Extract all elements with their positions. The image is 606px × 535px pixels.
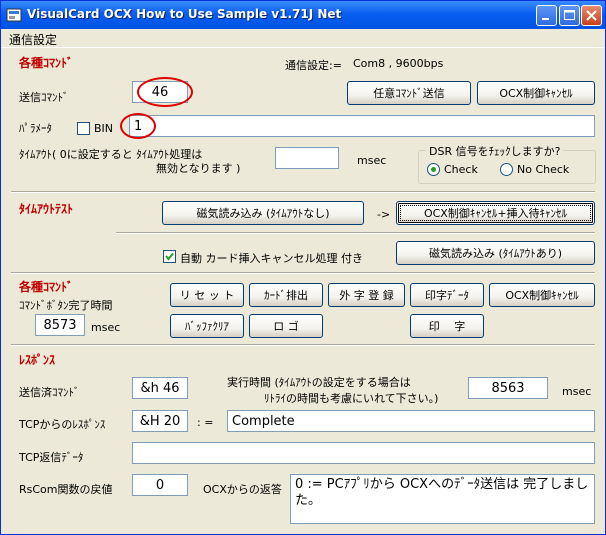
app-icon [6, 8, 22, 22]
checkmark-icon [165, 252, 174, 261]
ocx-cancel-button-2[interactable]: OCX制御ｷｬﾝｾﾙ [489, 283, 595, 307]
timeout-input[interactable] [275, 147, 339, 169]
menu-bar: 通信設定 [1, 29, 605, 48]
tcp-response-code-output[interactable]: &H 20 [132, 410, 188, 432]
ocx-return-label: OCXからの返答 [203, 483, 282, 496]
app-window: VisualCard OCX How to Use Sample v1.71J … [0, 0, 606, 535]
maximize-button[interactable] [559, 5, 580, 26]
maximize-icon [564, 10, 575, 20]
minimize-button[interactable] [536, 5, 557, 26]
logo-button[interactable]: ロ ゴ [249, 314, 323, 338]
ocx-cancel-insert-wait-button[interactable]: OCX制御ｷｬﾝｾﾙ+挿入待ｷｬﾝｾﾙ [396, 201, 595, 225]
arrow-label: -> [377, 208, 391, 221]
response-heading: ﾚｽﾎﾟﾝｽ [19, 353, 56, 367]
timeout-msec-label: msec [357, 154, 387, 167]
exec-time-label-line2: ﾘﾄﾗｲの時間も考慮にいれて下さい。) [264, 392, 439, 405]
complete-time-msec-label: msec [91, 321, 121, 334]
card-eject-button[interactable]: ｶｰﾄﾞ排出 [249, 283, 323, 307]
close-icon [586, 10, 597, 21]
auto-cancel-checkbox[interactable] [163, 250, 176, 263]
section-divider [11, 272, 595, 274]
minimize-icon [542, 18, 549, 20]
exec-time-output[interactable]: 8563 [468, 377, 548, 399]
menu-comm-settings[interactable]: 通信設定 [9, 31, 57, 48]
assign-label: : = [197, 416, 214, 429]
gaiji-register-button[interactable]: 外 字 登 録 [328, 283, 405, 307]
timeout-test-heading: ﾀｲﾑｱｳﾄﾃｽﾄ [19, 202, 74, 216]
buffer-clear-button[interactable]: ﾊﾞｯﾌｧｸﾘｱ [170, 314, 244, 338]
commands-heading: 各種ｺﾏﾝﾄﾞ [19, 56, 74, 70]
exec-time-msec-label: msec [562, 385, 592, 398]
timeout-label-line2: 無効となります ) [156, 162, 241, 175]
rscom-return-output[interactable]: 0 [132, 474, 188, 496]
param-label: ﾊﾟﾗﾒｰﾀ [19, 122, 52, 135]
complete-time-input[interactable]: 8573 [35, 314, 85, 336]
ocx-cancel-button[interactable]: OCX制御ｷｬﾝｾﾙ [477, 81, 595, 105]
reset-button[interactable]: リ セ ッ ト [170, 283, 244, 307]
magnetic-read-no-timeout-button[interactable]: 磁気読み込み (ﾀｲﾑｱｳﾄなし) [162, 201, 364, 225]
param-input[interactable]: 1 [129, 115, 595, 137]
sent-command-label: 送信済ｺﾏﾝﾄﾞ [19, 386, 80, 399]
magnetic-read-with-timeout-button[interactable]: 磁気読み込み (ﾀｲﾑｱｳﾄあり) [396, 241, 595, 265]
various-commands-heading: 各種ｺﾏﾝﾄﾞ [19, 280, 74, 294]
dsr-no-check-radio[interactable] [500, 163, 513, 176]
comm-status-value: Com8 , 9600bps [353, 57, 444, 70]
dsr-group-title: DSR 信号をﾁｪｯｸしますか? [426, 143, 564, 159]
section-divider [11, 191, 595, 193]
dsr-check-label: Check [444, 163, 478, 176]
close-button[interactable] [581, 5, 602, 26]
dsr-no-check-label: No Check [517, 163, 570, 176]
print-data-button[interactable]: 印字ﾃﾞｰﾀ [410, 283, 484, 307]
bin-checkbox[interactable] [77, 122, 90, 135]
print-button[interactable]: 印 字 [410, 314, 484, 338]
complete-time-label: ｺﾏﾝﾄﾞﾎﾞﾀﾝ完了時間 [19, 299, 113, 312]
tcp-response-text-output[interactable]: Complete [227, 410, 595, 432]
rscom-return-label: RsCom関数の戻値 [19, 483, 113, 496]
dsr-check-radio[interactable] [427, 163, 440, 176]
any-command-send-button[interactable]: 任意ｺﾏﾝﾄﾞ送信 [347, 81, 471, 105]
comm-status-label: 通信設定:= [285, 59, 342, 72]
bin-label: BIN [94, 122, 114, 135]
title-bar[interactable]: VisualCard OCX How to Use Sample v1.71J … [1, 1, 605, 29]
send-command-input[interactable]: 46 [132, 81, 188, 103]
tcp-return-data-label: TCP返信ﾃﾞｰﾀ [19, 451, 84, 464]
window-title: VisualCard OCX How to Use Sample v1.71J … [27, 7, 342, 21]
tcp-response-label: TCPからのﾚｽﾎﾟﾝｽ [19, 418, 106, 431]
exec-time-label-line1: 実行時間 (ﾀｲﾑｱｳﾄの設定をする場合は [227, 376, 411, 389]
ocx-return-output[interactable]: 0 := PCｱﾌﾟﾘから OCXへのﾃﾞｰﾀ送信は 完了しました。 [290, 474, 595, 524]
section-divider [11, 344, 595, 346]
auto-cancel-label: 自動 カード挿入キャンセル処理 付き [180, 252, 363, 265]
section-subdivider [116, 232, 595, 234]
radio-selected-dot [431, 167, 436, 172]
send-command-label: 送信ｺﾏﾝﾄﾞ [19, 91, 69, 104]
tcp-return-data-output[interactable] [132, 442, 595, 464]
sent-command-output[interactable]: &h 46 [132, 377, 188, 399]
